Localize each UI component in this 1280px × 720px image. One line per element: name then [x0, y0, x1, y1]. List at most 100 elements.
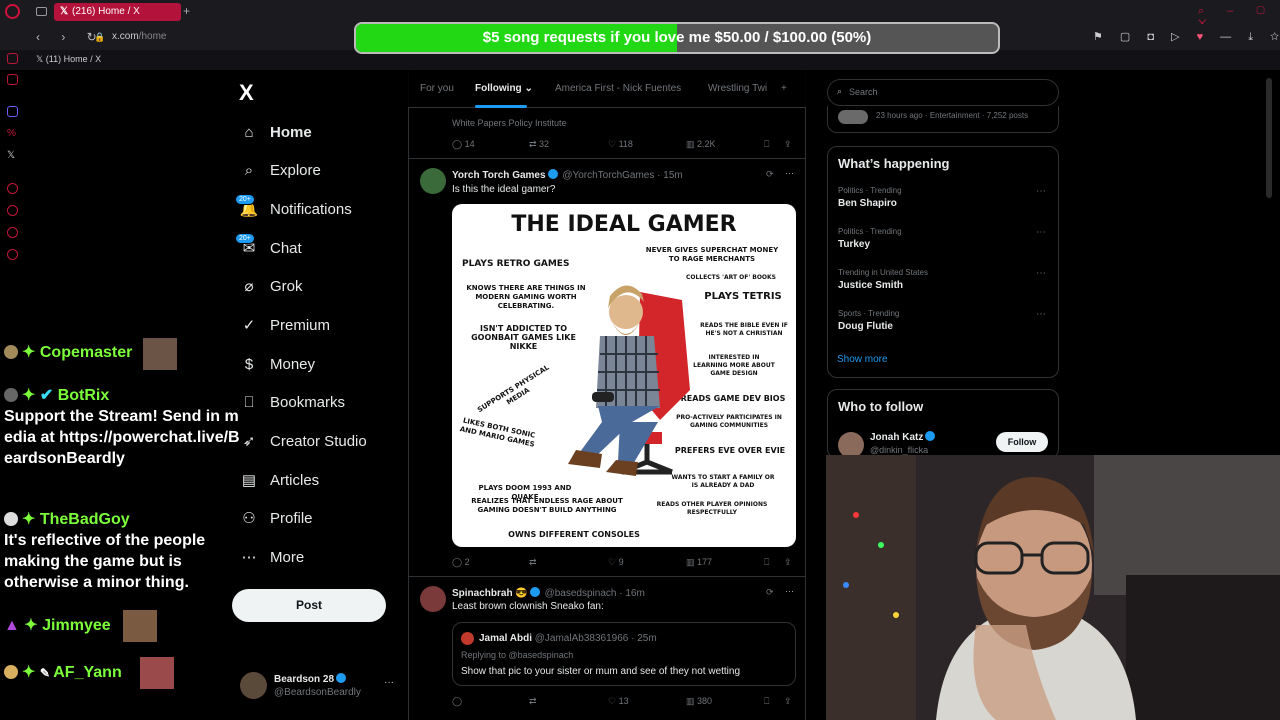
share-icon[interactable]: ⇪ — [784, 557, 792, 568]
more-icon[interactable]: ⋯ — [785, 168, 794, 179]
trend-item[interactable]: Politics · Trending Turkey ⋯ — [838, 227, 1050, 250]
avatar[interactable] — [420, 168, 446, 194]
x-icon[interactable]: 𝕏 — [7, 150, 18, 161]
sub-badge-icon: ▲ — [4, 617, 25, 634]
history-icon[interactable] — [7, 205, 18, 216]
post-text: Is this the ideal gamer? — [452, 184, 556, 195]
search-icon: ⌕ — [244, 161, 254, 179]
chat-message: ✦ Copemaster — [4, 342, 244, 363]
tab-list[interactable]: Wrestling Twi — [708, 83, 767, 94]
post-author[interactable]: Spinachbrah — [452, 588, 513, 599]
bookmark-icon[interactable]: ⎕ — [764, 696, 769, 707]
nav-label: More — [270, 548, 305, 566]
trend-item[interactable]: Sports · Trending Doug Flutie ⋯ — [838, 309, 1050, 332]
lock-icon[interactable]: 🔒 — [94, 32, 105, 43]
bookmark-icon[interactable]: ⎕ — [764, 139, 769, 150]
tab-title: (216) Home / X — [72, 6, 140, 17]
avatar[interactable] — [420, 586, 446, 612]
panel-title: What’s happening — [838, 156, 950, 171]
browser-tab[interactable]: 𝕏 (216) Home / X — [54, 3, 181, 21]
nav-item-notifications[interactable]: 🔔 20+ Notifications — [235, 194, 352, 223]
grok-icon[interactable]: ⟳ — [766, 169, 774, 180]
verified-icon — [547, 169, 558, 179]
like-button[interactable]: ♡ 118 — [608, 139, 633, 150]
show-more-link[interactable]: Show more — [837, 354, 888, 365]
sidebar-app-icon[interactable] — [7, 183, 18, 194]
suggestion-name[interactable]: Jonah Katz — [870, 432, 923, 443]
add-tab-button[interactable]: + — [781, 83, 787, 94]
follow-button[interactable]: Follow — [996, 432, 1048, 452]
url-field[interactable]: x.com/home — [112, 31, 166, 42]
nav-item-creator-studio[interactable]: ➶ Creator Studio — [239, 427, 367, 455]
more-icon[interactable]: ··· — [384, 677, 394, 688]
more-icon[interactable]: ⋯ — [1036, 309, 1046, 320]
post-text: Least brown clownish Sneako fan: — [452, 601, 604, 612]
bookmark-item[interactable]: (11) Home / X — [46, 54, 101, 64]
views-button[interactable]: ▥ 380 — [686, 696, 712, 707]
more-icon[interactable]: ⋯ — [1036, 227, 1046, 238]
nav-item-more[interactable]: ⋯ More — [239, 543, 305, 571]
like-button[interactable]: ♡ 9 — [608, 557, 624, 568]
reply-button[interactable]: ◯ 14 — [452, 139, 475, 150]
scrollbar[interactable] — [1266, 78, 1272, 198]
share-icon[interactable]: ⇪ — [784, 696, 792, 707]
grok-icon[interactable]: ⟳ — [766, 587, 774, 598]
workspaces-icon[interactable] — [36, 7, 47, 16]
sidebar-app-icon[interactable] — [7, 74, 18, 85]
views-button[interactable]: ▥ 177 — [686, 557, 712, 568]
search-input[interactable]: ⌕ Search — [827, 79, 1059, 106]
sidebar-app-icon[interactable]: % — [7, 128, 18, 139]
more-icon[interactable]: ⋯ — [1036, 268, 1046, 279]
account-switcher[interactable]: Beardson 28 @BeardsonBeardly ··· — [240, 672, 410, 704]
nav-item-home[interactable]: ⌂ Home — [239, 118, 311, 146]
meme-label: READS OTHER PLAYER OPINIONS RESPECTFULLY — [656, 501, 768, 516]
nav-item-explore[interactable]: ⌕ Explore — [239, 156, 321, 184]
opera-logo-icon[interactable] — [5, 4, 20, 19]
twitch-icon[interactable] — [7, 106, 18, 117]
repost-button[interactable]: ⇄ 32 — [529, 139, 549, 150]
nav-item-premium[interactable]: ✓ Premium — [239, 311, 330, 339]
trend-item[interactable]: Politics · Trending Ben Shapiro ⋯ — [838, 186, 1050, 209]
new-tab-button[interactable]: + — [183, 4, 190, 18]
post-image[interactable]: THE IDEAL GAMER PLAYS RETRO GAMES KNOWS … — [452, 204, 796, 547]
chevron-down-icon: ⌄ — [524, 83, 533, 94]
x-logo-icon[interactable]: X — [239, 80, 254, 106]
news-item[interactable]: 23 hours ago · Entertainment · 7,252 pos… — [827, 106, 1059, 133]
nav-item-money[interactable]: $ Money — [239, 350, 315, 378]
suggestion-handle: @dinkin_flicka — [870, 445, 929, 455]
trend-name: Doug Flutie — [838, 321, 893, 332]
nav-item-bookmarks[interactable]: ⎕ Bookmarks — [239, 388, 345, 416]
timeline-tabs: For you Following ⌄ America First - Nick… — [408, 70, 806, 108]
account-name: Beardson 28 — [274, 674, 335, 685]
trend-item[interactable]: Trending in United States Justice Smith ⋯ — [838, 268, 1050, 291]
share-icon[interactable]: ⇪ — [784, 139, 792, 150]
reply-button[interactable]: ◯ 2 — [452, 557, 470, 568]
nav-item-chat[interactable]: ✉ 20+ Chat — [235, 233, 302, 262]
tab-list[interactable]: America First - Nick Fuentes — [555, 83, 681, 94]
nav-label: Notifications — [270, 200, 352, 218]
settings-icon[interactable] — [7, 249, 18, 260]
tab-for-you[interactable]: For you — [420, 83, 454, 94]
post-button[interactable]: Post — [232, 589, 386, 622]
sidebar-app-icon[interactable] — [7, 53, 18, 64]
reply-button[interactable]: ◯ — [452, 696, 462, 707]
nav-item-profile[interactable]: ⚇ Profile — [239, 504, 312, 532]
bookmark-icon[interactable]: ⎕ — [764, 557, 769, 568]
repost-button[interactable]: ⇄ — [529, 696, 537, 707]
envelope-icon: ✉ 20+ — [235, 233, 259, 257]
nav-item-articles[interactable]: ▤ Articles — [239, 466, 319, 494]
chat-username: AF_Yann — [53, 664, 122, 681]
nav-item-grok[interactable]: ⌀ Grok — [239, 272, 302, 300]
streamer-video — [826, 455, 1280, 720]
more-icon[interactable]: ⋯ — [785, 586, 794, 597]
like-button[interactable]: ♡ 13 — [608, 696, 629, 707]
quoted-post[interactable]: Jamal Abdi @JamalAb38361966 · 25m Replyi… — [452, 622, 796, 686]
toolbar-icons[interactable]: ⚑ ▢ ◘ ▷ ♥ — ⤓ ☆ AI ≡ — [1093, 30, 1280, 44]
repost-button[interactable]: ⇄ — [529, 557, 537, 568]
views-button[interactable]: ▥ 2.2K — [686, 139, 716, 150]
post-author[interactable]: Yorch Torch Games — [452, 170, 546, 181]
more-icon[interactable]: ⋯ — [1036, 186, 1046, 197]
tab-following[interactable]: Following ⌄ — [475, 83, 533, 94]
sidebar-app-icon[interactable] — [7, 227, 18, 238]
account-handle: @BeardsonBeardly — [274, 687, 361, 698]
